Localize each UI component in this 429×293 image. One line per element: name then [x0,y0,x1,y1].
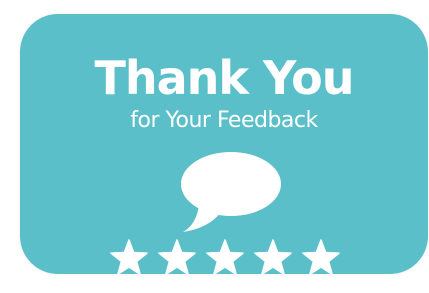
thank-you-card: Thank You for Your Feedback [20,14,428,276]
star-icon [158,239,196,276]
card-subtitle: for Your Feedback [130,108,318,133]
rating-stars [110,239,340,276]
star-icon [302,239,340,276]
star-icon [254,239,292,276]
star-icon [206,239,244,276]
star-icon [110,239,148,276]
card-title: Thank You [94,51,355,105]
speech-bubble-icon [181,152,281,232]
